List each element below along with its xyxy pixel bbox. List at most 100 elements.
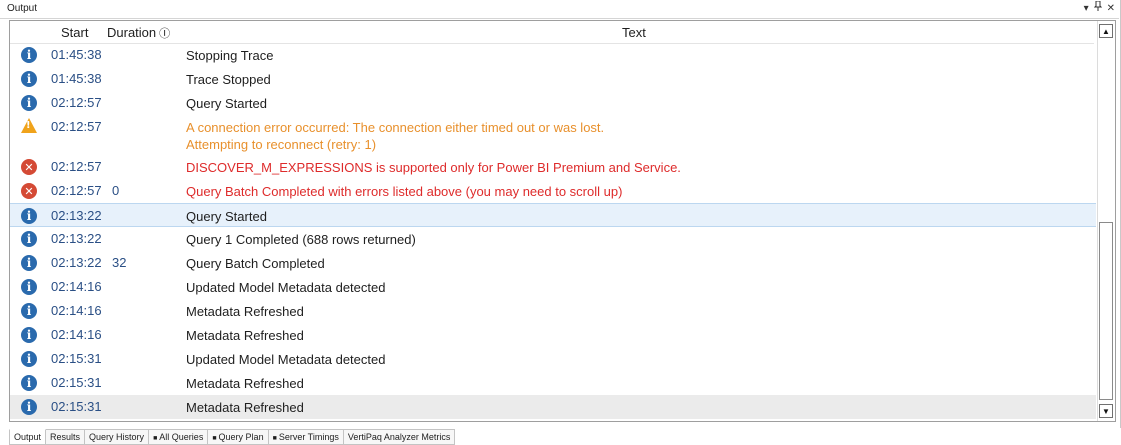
table-row[interactable]: i 02:14:16 Metadata Refreshed [10,299,1096,323]
info-icon: i [21,351,37,367]
info-icon: i [21,71,37,87]
info-icon: i [21,375,37,391]
row-duration: 0 [112,183,120,198]
tab-label: All Queries [159,432,204,442]
row-message: A connection error occurred: The connect… [186,119,604,153]
table-row[interactable]: i 02:14:16 Metadata Refreshed [10,323,1096,347]
row-message: Stopping Trace [186,47,273,64]
error-icon: ✕ [21,159,37,175]
row-message: Query Started [186,208,267,225]
row-message: Query Started [186,95,267,112]
row-message-line: Metadata Refreshed [186,400,304,415]
row-message-line: Query 1 Completed (688 rows returned) [186,232,416,247]
table-row[interactable]: i 02:15:31 Metadata Refreshed [10,395,1096,419]
grid-rows: i 01:45:38 Stopping Trace i 01:45:38 Trace St… [10,43,1096,419]
table-row[interactable]: i 02:13:22 32 Query Batch Completed [10,251,1096,275]
tab-grid-icon: ■ [272,435,277,442]
row-message-line: Query Started [186,96,267,111]
scroll-down-icon[interactable]: ▼ [1099,404,1113,418]
column-header-duration-label: Duration [107,25,157,40]
row-start-time: 01:45:38 [51,47,102,62]
panel-titlebar: Output ▾ ✕ [0,0,1119,19]
row-message-line: DISCOVER_M_EXPRESSIONS is supported only… [186,160,681,175]
tab-label: Query History [89,432,145,442]
row-message: Metadata Refreshed [186,303,304,320]
row-message-line: Updated Model Metadata detected [186,280,386,295]
row-start-time: 02:12:57 [51,159,102,174]
row-start-time: 02:15:31 [51,351,102,366]
table-row[interactable]: i 01:45:38 Trace Stopped [10,67,1096,91]
output-grid: Start Duration Ⓘ Text i 01:45:38 Stopping T… [9,20,1116,422]
row-start-time: 02:13:22 [51,208,102,223]
tab-label: Output [14,432,42,442]
info-icon: i [21,399,37,415]
row-start-time: 02:13:22 [51,231,102,246]
info-icon: i [21,327,37,343]
row-message: Query Batch Completed with errors listed… [186,183,622,200]
table-row[interactable]: i 02:13:22 Query Started [10,203,1096,227]
table-row[interactable]: ✕ 02:12:57 DISCOVER_M_EXPRESSIONS is suppo… [10,155,1096,179]
tab-grid-icon: ■ [153,435,158,442]
vertical-scrollbar[interactable]: ▲ ▼ [1097,21,1115,421]
row-message-line: Metadata Refreshed [186,304,304,319]
output-panel: Output ▾ ✕ Start Duration Ⓘ Text i 01:45:3… [0,0,1121,428]
row-message: Updated Model Metadata detected [186,351,385,368]
table-row[interactable]: i 02:14:16 Updated Model Metadata detected [10,275,1096,299]
row-message-line: A connection error occurred: The connect… [186,120,605,135]
row-message-line: Query Started [186,209,267,224]
row-duration: 32 [112,255,127,270]
table-row[interactable]: i 02:15:31 Metadata Refreshed [10,371,1096,395]
table-row[interactable]: i 02:15:31 Updated Model Metadata detected [10,347,1096,371]
tab-grid-icon: ■ [212,435,217,442]
info-icon: i [21,255,37,271]
info-icon: i [21,208,37,224]
row-message: Trace Stopped [186,71,271,88]
pin-icon[interactable] [1093,0,1102,17]
column-header-start[interactable]: Start [61,25,88,40]
column-header-text[interactable]: Text [622,25,646,40]
row-message-line: Metadata Refreshed [186,328,304,343]
row-start-time: 02:13:22 [51,255,102,270]
row-message-line: Trace Stopped [186,72,271,87]
panel-title: Output [7,3,38,14]
row-start-time: 02:14:16 [51,279,102,294]
tab-label: VertiPaq Analyzer Metrics [347,432,451,442]
table-row[interactable]: i 01:45:38 Stopping Trace [10,43,1096,67]
row-message-line: Stopping Trace [186,48,274,63]
row-start-time: 02:15:31 [51,375,102,390]
table-row[interactable]: i 02:12:57 Query Started [10,91,1096,115]
duration-info-icon: Ⓘ [159,28,171,40]
warning-icon: ! [21,118,37,133]
row-message: Metadata Refreshed [186,327,304,344]
info-icon: i [21,231,37,247]
tab-label: Query Plan [218,432,264,442]
row-message-line: Updated Model Metadata detected [186,352,386,367]
row-message-line: Query Batch Completed [186,256,325,271]
scroll-up-icon[interactable]: ▲ [1099,24,1113,38]
row-start-time: 02:15:31 [51,399,102,414]
row-message: DISCOVER_M_EXPRESSIONS is supported only… [186,159,681,176]
row-message: Updated Model Metadata detected [186,279,385,296]
close-icon[interactable]: ✕ [1107,1,1115,17]
table-row[interactable]: ✕ 02:12:57 0 Query Batch Completed with err… [10,179,1096,203]
scrollbar-thumb[interactable] [1099,222,1113,400]
row-message: Query Batch Completed [186,255,325,272]
row-message-line-2: Attempting to reconnect (retry: 1) [186,137,377,152]
dropdown-icon[interactable]: ▾ [1084,1,1089,17]
tab-label: Results [50,432,81,442]
info-icon: i [21,279,37,295]
row-start-time: 01:45:38 [51,71,102,86]
panel-title-buttons: ▾ ✕ [1084,0,1115,17]
tab-label: Server Timings [278,432,339,442]
column-header-duration[interactable]: Duration Ⓘ [107,25,170,41]
row-message: Metadata Refreshed [186,375,304,392]
info-icon: i [21,95,37,111]
row-start-time: 02:12:57 [51,95,102,110]
table-row[interactable]: ! 02:12:57 A connection error occurred: Th… [10,115,1096,155]
row-message: Metadata Refreshed [186,399,304,416]
info-icon: i [21,47,37,63]
row-message-line: Query Batch Completed with errors listed… [186,184,623,199]
grid-header: Start Duration Ⓘ Text [10,21,1094,44]
row-start-time: 02:14:16 [51,303,102,318]
table-row[interactable]: i 02:13:22 Query 1 Completed (688 rows ret… [10,227,1096,251]
